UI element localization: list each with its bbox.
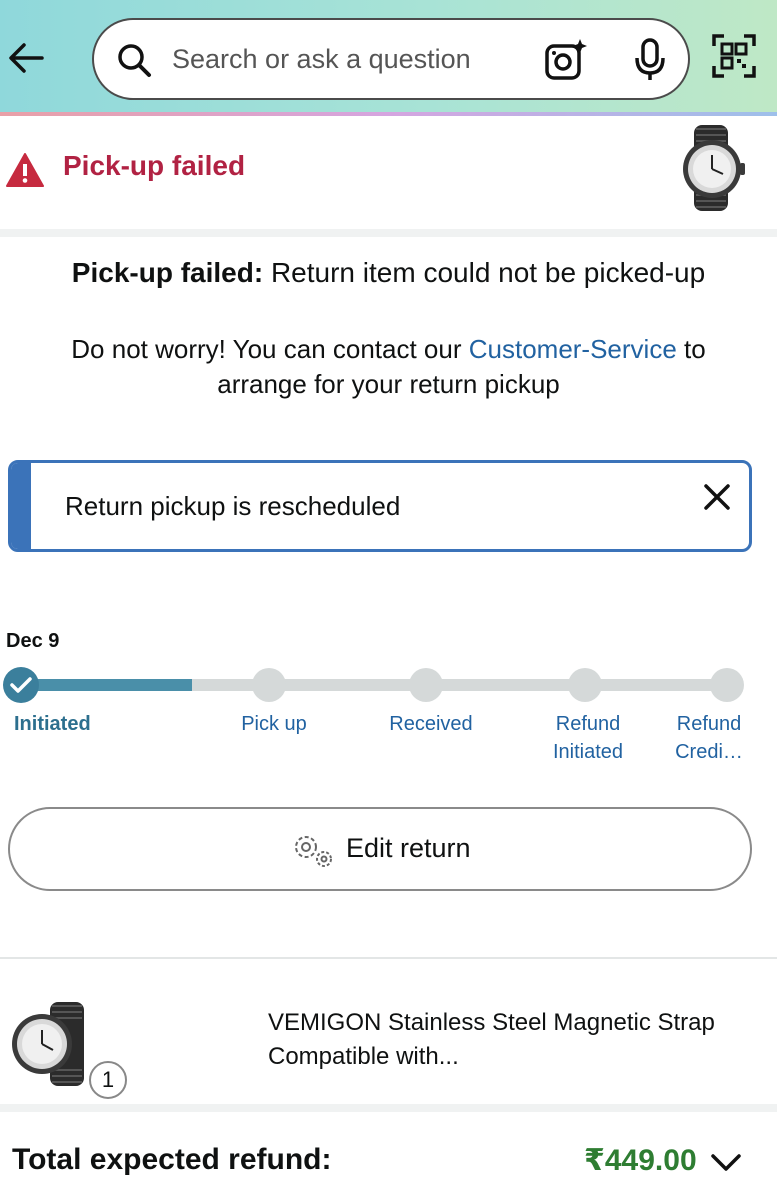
chevron-down-icon[interactable] (710, 1152, 742, 1174)
edit-return-label: Edit return (346, 833, 471, 863)
step-label-refund-credited[interactable]: Refund Credi… (664, 710, 754, 766)
search-icon (118, 44, 151, 77)
edit-return-button[interactable]: Edit return (8, 807, 752, 891)
section-divider (0, 229, 777, 237)
total-refund-value: ₹449.00 (584, 1144, 697, 1177)
section-divider (0, 957, 777, 959)
warning-icon (6, 153, 44, 187)
step-label-pickup[interactable]: Pick up (224, 710, 324, 738)
check-icon (10, 677, 32, 693)
qr-scan-icon[interactable] (712, 34, 756, 78)
step-label-initiated[interactable]: Initiated (14, 710, 91, 738)
step-dot-initiated (3, 667, 39, 703)
header-accent-line (0, 112, 777, 116)
quantity-badge: 1 (89, 1061, 127, 1099)
total-refund-label: Total expected refund: (12, 1143, 332, 1176)
help-message: Do not worry! You can contact our Custom… (40, 332, 737, 402)
item-thumbnail[interactable] (10, 1000, 88, 1088)
info-banner: Return pickup is rescheduled (8, 460, 752, 552)
gear-icon (295, 836, 332, 867)
search-input[interactable] (172, 36, 502, 82)
progress-fill (20, 679, 192, 691)
tracker-date: Dec 9 (6, 630, 60, 652)
step-dot-refund-credited (710, 668, 744, 702)
back-arrow-icon[interactable] (6, 38, 46, 78)
close-icon[interactable] (701, 481, 733, 513)
banner-accent-bar (11, 463, 31, 549)
watch-strap-thumbnail[interactable] (676, 125, 748, 211)
microphone-icon[interactable] (632, 38, 668, 82)
failure-message: Pick-up failed: Return item could not be… (40, 254, 737, 292)
help-text: Do not worry! You can contact our (71, 334, 469, 364)
banner-text: Return pickup is rescheduled (65, 491, 401, 521)
step-dot-refund-initiated (568, 668, 602, 702)
search-bar[interactable] (92, 18, 690, 100)
camera-lens-icon[interactable] (544, 38, 588, 82)
item-title[interactable]: VEMIGON Stainless Steel Magnetic Strap C… (268, 1006, 748, 1074)
step-dot-pickup (252, 668, 286, 702)
step-label-refund-initiated[interactable]: Refund Initiated (540, 710, 636, 766)
failure-label: Pick-up failed: (71, 257, 264, 288)
status-title: Pick-up failed (63, 150, 246, 181)
customer-service-link[interactable]: Customer-Service (469, 334, 677, 364)
failure-detail: Return item could not be picked-up (263, 257, 706, 288)
section-divider (0, 1104, 777, 1112)
step-label-received[interactable]: Received (376, 710, 486, 738)
step-dot-received (409, 668, 443, 702)
